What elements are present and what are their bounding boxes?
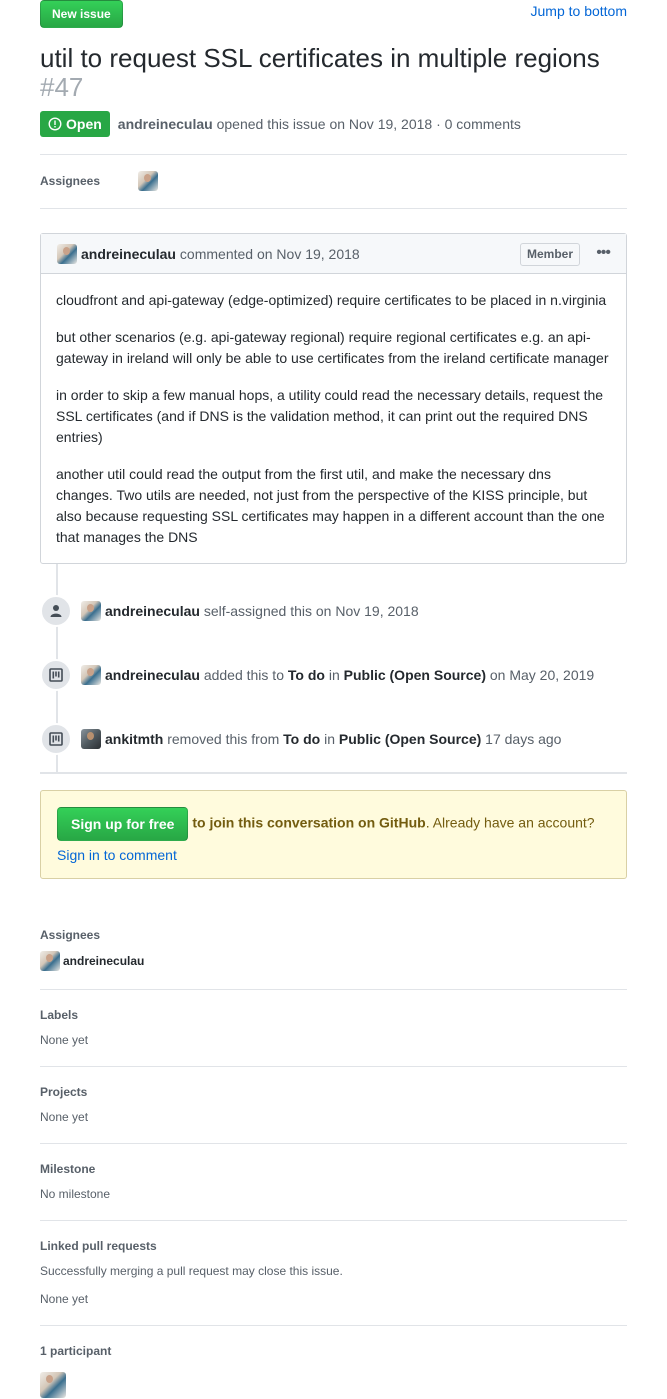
sidebar-milestone: Milestone No milestone <box>40 1162 627 1201</box>
sidebar-label: 1 participant <box>40 1344 112 1358</box>
signup-bold-text: to join this conversation on GitHub <box>192 814 426 831</box>
timeline-event: ankitmth removed this from To do in Publ… <box>40 723 627 755</box>
top-bar: New issue Jump to bottom <box>40 0 627 28</box>
sidebar-projects: Projects None yet <box>40 1085 627 1124</box>
state-label: Open <box>66 116 102 132</box>
sidebar-label: Projects <box>40 1085 88 1099</box>
sidebar-label: Assignees <box>40 928 101 942</box>
avatar[interactable] <box>40 1372 66 1398</box>
milestone-value: No milestone <box>40 1187 111 1201</box>
sidebar-linked-prs: Linked pull requests Successfully mergin… <box>40 1239 627 1306</box>
assignees-label: Assignees <box>40 174 101 188</box>
event-in: in <box>324 731 336 747</box>
divider <box>40 1220 627 1221</box>
comment-header: andreineculau commented on Nov 19, 2018 … <box>41 234 626 274</box>
issue-title: util to request SSL certificates in mult… <box>40 44 630 102</box>
jump-to-bottom-link[interactable]: Jump to bottom <box>531 3 628 19</box>
sidebar-label: Labels <box>40 1008 79 1022</box>
assignee-item[interactable]: andreineculau <box>40 951 627 971</box>
event-actor[interactable]: ankitmth <box>105 731 163 747</box>
event-in: in <box>328 667 340 683</box>
assignees-summary: Assignees <box>40 167 627 195</box>
event-actor[interactable]: andreineculau <box>105 603 200 619</box>
comment-body: cloudfront and api-gateway (edge-optimiz… <box>41 274 626 564</box>
labels-value: None yet <box>40 1033 89 1047</box>
divider <box>40 1325 627 1326</box>
issue-opened-icon <box>48 117 62 131</box>
timeline-event: andreineculau self-assigned this on Nov … <box>40 595 627 627</box>
event-text: andreineculau self-assigned this on Nov … <box>105 603 419 619</box>
event-action: removed this from <box>167 731 280 747</box>
signup-button[interactable]: Sign up for free <box>57 807 189 841</box>
signup-rest-text: . Already have an account? <box>425 814 595 831</box>
event-badge <box>40 595 72 627</box>
event-action: self-assigned this on Nov 19, 2018 <box>203 603 419 619</box>
avatar[interactable] <box>81 601 101 621</box>
timeline-event: andreineculau added this to To do in Pub… <box>40 659 627 691</box>
comment-paragraph: cloudfront and api-gateway (edge-optimiz… <box>56 292 607 308</box>
sidebar-labels: Labels None yet <box>40 1008 627 1047</box>
event-project[interactable]: Public (Open Source) <box>344 667 486 683</box>
event-actor[interactable]: andreineculau <box>105 667 200 683</box>
event-column: To do <box>287 667 325 683</box>
signup-prompt: Sign up for free to join this conversati… <box>40 790 627 879</box>
event-column: To do <box>283 731 321 747</box>
issue-title-text: util to request SSL certificates in mult… <box>40 43 600 73</box>
opened-by: andreineculau opened this issue on Nov 1… <box>118 116 521 132</box>
timeline-end <box>40 772 627 774</box>
event-text: ankitmth removed this from To do in Publ… <box>105 731 561 747</box>
sign-in-link[interactable]: Sign in to comment <box>57 847 177 863</box>
avatar[interactable] <box>40 951 60 971</box>
event-time[interactable]: 17 days ago <box>485 731 561 747</box>
divider <box>40 989 627 990</box>
sidebar-assignees: Assignees andreineculau <box>40 928 627 971</box>
assignee-name[interactable]: andreineculau <box>63 954 144 968</box>
new-issue-button[interactable]: New issue <box>40 0 123 28</box>
opened-text: opened this issue on Nov 19, 2018 · 0 co… <box>216 116 521 132</box>
author-link[interactable]: andreineculau <box>118 116 213 132</box>
issue-comment: andreineculau commented on Nov 19, 2018 … <box>40 233 627 564</box>
linked-note: Successfully merging a pull request may … <box>40 1264 343 1278</box>
linked-value: None yet <box>40 1292 89 1306</box>
avatar[interactable] <box>138 171 158 191</box>
issue-meta: Open andreineculau opened this issue on … <box>40 111 627 137</box>
comment-author[interactable]: andreineculau <box>81 246 176 262</box>
divider <box>40 1143 627 1144</box>
comment-date[interactable]: commented on Nov 19, 2018 <box>180 246 360 262</box>
avatar[interactable] <box>81 729 101 749</box>
project-icon <box>49 732 63 746</box>
member-badge: Member <box>519 243 580 266</box>
event-badge <box>40 723 72 755</box>
comment-paragraph: in order to skip a few manual hops, a ut… <box>56 387 604 445</box>
comment-paragraph: another util could read the output from … <box>56 466 605 545</box>
divider <box>40 208 627 209</box>
project-icon <box>49 668 63 682</box>
sidebar-participants: 1 participant <box>40 1344 627 1399</box>
comment-paragraph: but other scenarios (e.g. api-gateway re… <box>56 329 609 366</box>
participant-list <box>40 1372 627 1399</box>
event-action: added this to <box>203 667 284 683</box>
kebab-horizontal-icon[interactable]: ••• <box>596 245 611 261</box>
issue-number: #47 <box>40 72 84 102</box>
person-icon <box>50 605 62 617</box>
divider <box>40 1066 627 1067</box>
event-text: andreineculau added this to To do in Pub… <box>105 667 594 683</box>
projects-value: None yet <box>40 1110 89 1124</box>
event-time[interactable]: on May 20, 2019 <box>490 667 594 683</box>
state-badge: Open <box>40 111 110 137</box>
avatar[interactable] <box>81 665 101 685</box>
event-project[interactable]: Public (Open Source) <box>339 731 481 747</box>
event-badge <box>40 659 72 691</box>
sidebar-label: Milestone <box>40 1162 96 1176</box>
sidebar-label: Linked pull requests <box>40 1239 157 1253</box>
avatar[interactable] <box>57 243 77 264</box>
divider <box>40 154 627 155</box>
